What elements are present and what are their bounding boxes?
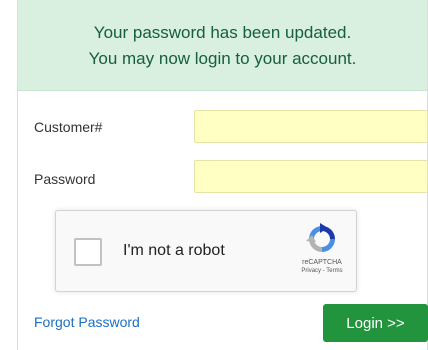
forgot-password-link[interactable]: Forgot Password — [34, 314, 140, 330]
password-input[interactable] — [194, 160, 428, 193]
login-panel: Your password has been updated. You may … — [17, 0, 428, 350]
recaptcha-checkbox[interactable] — [74, 238, 102, 266]
password-label: Password — [34, 171, 96, 187]
recaptcha-logo: reCAPTCHA Privacy - Terms — [300, 223, 344, 275]
recaptcha-links: Privacy - Terms — [300, 267, 344, 275]
success-alert: Your password has been updated. You may … — [18, 0, 427, 91]
recaptcha-icon — [306, 223, 335, 252]
alert-line-1: Your password has been updated. — [93, 23, 352, 42]
login-button[interactable]: Login >> — [323, 304, 428, 342]
recaptcha-label: I'm not a robot — [123, 242, 225, 259]
recaptcha-brand: reCAPTCHA — [302, 259, 342, 266]
recaptcha-terms-link[interactable]: Terms — [326, 268, 342, 274]
customer-number-label: Customer# — [34, 119, 103, 135]
recaptcha-privacy-link[interactable]: Privacy — [301, 268, 321, 274]
recaptcha-widget: I'm not a robot reCAPTCHA Privacy - Term… — [55, 210, 357, 292]
customer-number-input[interactable] — [194, 110, 428, 143]
alert-line-2: You may now login to your account. — [88, 49, 357, 68]
